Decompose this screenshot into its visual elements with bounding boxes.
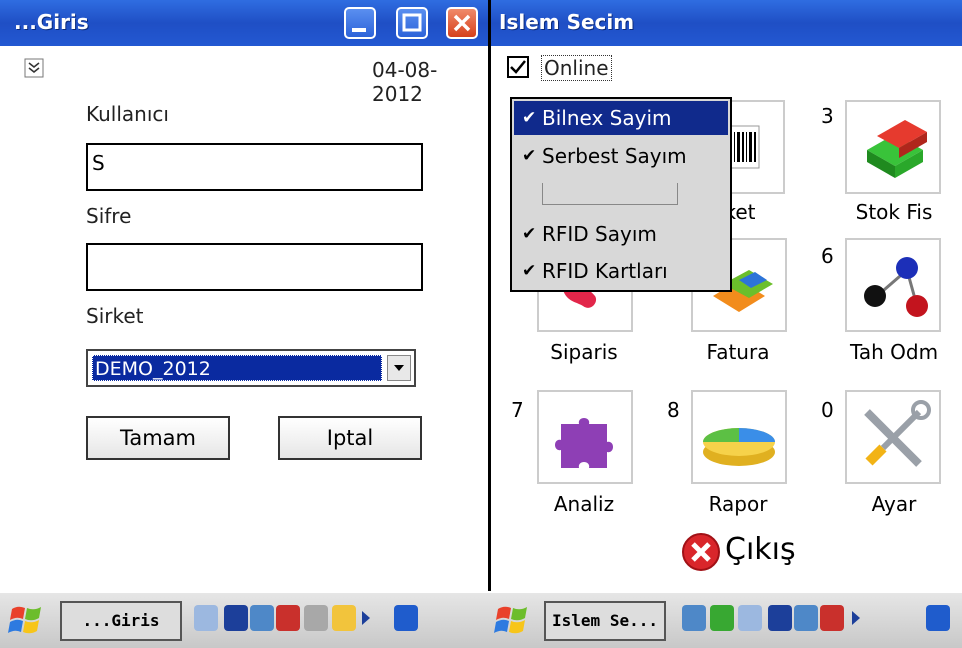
login-pane: 04-08-2012 Kullanıcı S Sifre Sirket DEMO… [0,46,488,591]
check-icon: ✔ [522,146,537,166]
exit-label: Çıkış [725,532,796,567]
check-icon [510,60,526,74]
online-checkbox[interactable] [507,56,529,78]
stock-cubes-icon [867,120,927,178]
tile-label-settings: Ayar [871,492,917,516]
ok-button[interactable]: Tamam [86,416,230,460]
maximize-button[interactable] [396,7,428,39]
tile-label-report: Rapor [708,492,768,516]
tile-settings[interactable] [845,390,941,484]
bluetooth-icon[interactable] [768,605,792,631]
tray-right [676,605,956,635]
menu-separator [542,183,678,205]
taskbar-button-islem-secim[interactable]: Islem Se... [544,601,666,641]
close-icon [453,14,471,32]
network-icon[interactable] [194,605,218,631]
company-select[interactable]: DEMO_2012 [86,349,416,387]
right-window-title: Islem Secim [499,10,635,34]
password-input[interactable] [86,243,423,291]
monitor-icon[interactable] [250,605,274,631]
payment-spheres-icon [864,257,928,317]
left-titlebar: ...Giris [0,0,488,46]
menu-item-serbest-sayim[interactable]: ✔ Serbest Sayım [514,139,728,173]
online-label[interactable]: Online [541,55,612,81]
tile-label-stock: Stok Fis [855,200,933,224]
menu-item-rfid-sayim[interactable]: ✔ RFID Sayım [514,217,728,251]
battery-icon[interactable] [276,605,300,631]
network-icon[interactable] [682,605,706,631]
wireless-icon[interactable] [304,605,328,631]
chevron-right-icon[interactable] [362,611,370,625]
tile-number-8: 8 [667,398,680,422]
password-label: Sifre [86,204,132,228]
username-input[interactable]: S [86,143,423,191]
sync-icon[interactable] [738,605,762,631]
taskbar-button-giris[interactable]: ...Giris [60,601,182,641]
mode-menu: ✔ Bilnex Sayim ✔ Serbest Sayım ✔ RFID Sayım… [510,97,732,292]
minimize-button[interactable] [344,7,376,39]
company-select-value: DEMO_2012 [92,355,382,381]
check-icon: ✔ [522,108,537,128]
tile-number-7: 7 [511,398,524,422]
switch-window-icon[interactable] [394,605,418,631]
monitor-icon[interactable] [794,605,818,631]
chevron-right-icon[interactable] [852,611,860,625]
close-circle-icon [682,533,720,571]
company-label: Sirket [86,304,144,328]
tile-label-payment: Tah Odm [849,340,939,364]
bluetooth-icon[interactable] [224,605,248,631]
close-button[interactable] [446,7,478,39]
tile-stock[interactable] [845,100,941,194]
check-icon: ✔ [522,224,537,244]
check-icon: ✔ [522,261,537,281]
right-titlebar: Islem Secim [491,0,962,46]
username-label: Kullanıcı [86,102,169,126]
tile-number-3: 3 [821,104,834,128]
tile-payment[interactable] [845,238,941,332]
star-icon[interactable] [332,605,356,631]
taskbar: ...Giris Islem Se... [0,591,962,648]
tile-label-analysis: Analiz [553,492,615,516]
minimize-icon [352,28,366,32]
puzzle-icon [555,418,613,468]
tile-analysis[interactable] [537,390,633,484]
menu-item-rfid-kartlari[interactable]: ✔ RFID Kartları [514,254,728,288]
tile-number-6: 6 [821,244,834,268]
tray-left [194,605,434,635]
pie-chart-icon [703,428,775,466]
tools-icon [864,400,931,467]
signal-icon[interactable] [710,605,734,631]
windows-logo-icon-2[interactable] [494,603,530,637]
tile-label-invoice: Fatura [706,340,770,364]
maximize-icon [402,13,422,32]
menu-item-bilnex-sayim[interactable]: ✔ Bilnex Sayim [514,101,728,135]
tile-number-0: 0 [821,398,834,422]
cancel-button[interactable]: Iptal [278,416,422,460]
expand-icon[interactable] [24,58,44,78]
date-label: 04-08-2012 [372,58,438,106]
tile-report[interactable] [691,390,787,484]
dropdown-arrow-icon[interactable] [387,355,411,381]
tile-label-order: Siparis [550,340,618,364]
switch-window-icon[interactable] [926,605,950,631]
windows-logo-icon[interactable] [8,603,44,637]
exit-button[interactable]: Çıkış [681,530,841,576]
left-window-title: ...Giris [14,10,89,34]
battery-icon[interactable] [820,605,844,631]
